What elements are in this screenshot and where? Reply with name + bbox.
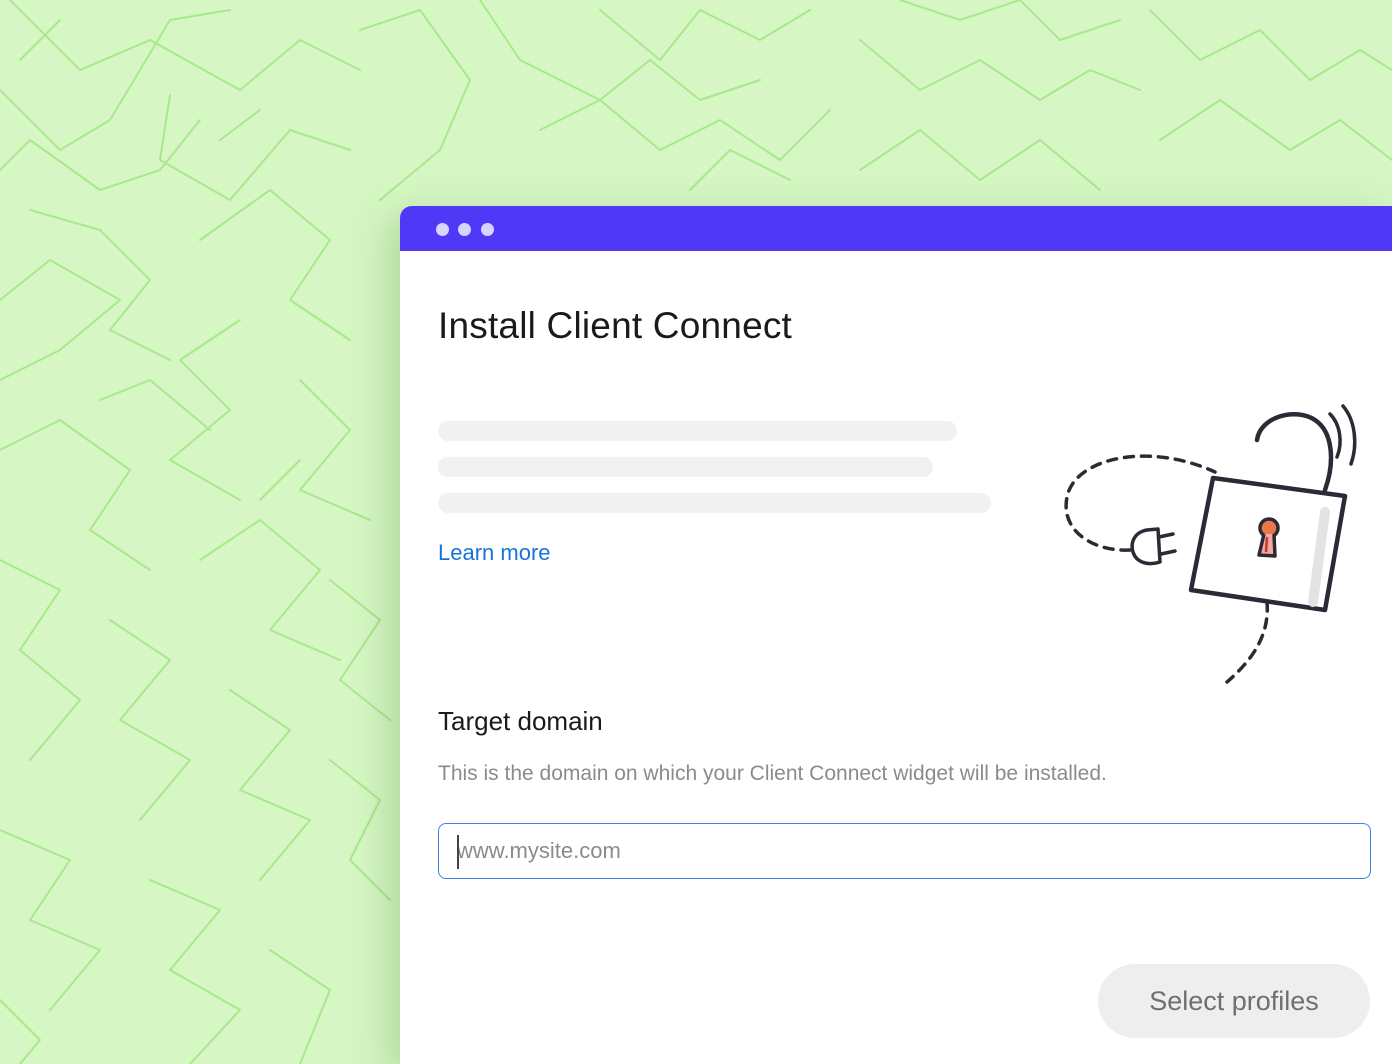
select-profiles-button[interactable]: Select profiles [1098, 964, 1370, 1038]
page-title: Install Client Connect [438, 305, 793, 346]
skeleton-text-line [438, 457, 933, 477]
text-caret [457, 835, 459, 869]
unlocked-padlock-plug-icon [1064, 404, 1357, 684]
target-domain-label: Target domain [438, 706, 603, 736]
app-stage: Install Client Connect Learn more Target… [0, 0, 1392, 1064]
window-titlebar [400, 206, 1392, 251]
learn-more-link[interactable]: Learn more [438, 540, 551, 566]
app-window: Install Client Connect Learn more Target… [400, 206, 1392, 1064]
window-control-dot[interactable] [436, 223, 449, 236]
window-control-dot[interactable] [458, 223, 471, 236]
skeleton-text-line [438, 421, 957, 441]
window-control-dot[interactable] [481, 223, 494, 236]
target-domain-input[interactable] [438, 823, 1371, 879]
target-domain-help-text: This is the domain on which your Client … [438, 762, 1107, 785]
skeleton-text-line [438, 493, 991, 513]
